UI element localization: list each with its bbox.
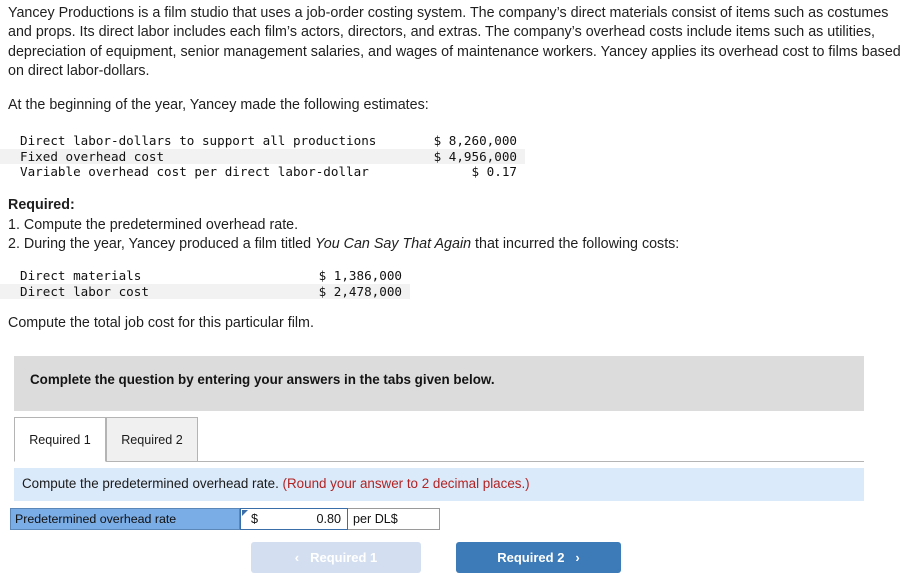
tab-required-1-label: Required 1: [29, 432, 91, 447]
rounding-hint: (Round your answer to 2 decimal places.): [282, 476, 530, 491]
question-info-bar: Compute the predetermined overhead rate.…: [14, 468, 864, 501]
answer-row: Predetermined overhead rate $ 0.80 per D…: [10, 508, 440, 530]
job-costs-table: Direct materials $ 1,386,000 Direct labo…: [0, 268, 410, 299]
instruction-banner: Complete the question by entering your a…: [14, 356, 864, 411]
instruction-banner-text: Complete the question by entering your a…: [30, 372, 495, 387]
next-required-2-button[interactable]: Required 2 ›: [456, 542, 621, 573]
answer-row-label: Predetermined overhead rate: [10, 508, 240, 530]
job-costs-table-body: Direct materials $ 1,386,000 Direct labo…: [0, 268, 410, 299]
row-label: Fixed overhead cost: [0, 148, 387, 164]
required-2-prefix: 2. During the year, Yancey produced a fi…: [8, 236, 316, 252]
row-value: $ 0.17: [471, 164, 518, 179]
table-row: Direct labor cost $ 2,478,000: [0, 283, 410, 299]
required-block: Required: 1. Compute the predetermined o…: [8, 196, 888, 255]
prev-required-1-button[interactable]: ‹ Required 1: [251, 542, 421, 573]
chevron-left-icon: ‹: [294, 550, 300, 565]
tab-navigation-buttons: ‹ Required 1 Required 2 ›: [251, 542, 621, 573]
cell-flag-icon: [242, 510, 248, 516]
required-heading: Required:: [8, 197, 75, 213]
row-value: $ 1,386,000: [318, 268, 402, 283]
row-label: Direct labor cost: [0, 283, 277, 299]
predetermined-overhead-rate-input[interactable]: $ 0.80: [240, 508, 348, 530]
chevron-right-icon: ›: [575, 550, 580, 565]
tab-required-2[interactable]: Required 2: [106, 417, 198, 462]
total-job-cost-instruction: Compute the total job cost for this part…: [8, 315, 314, 331]
row-label: Direct materials: [20, 268, 142, 283]
tab-strip: Required 1 Required 2: [14, 417, 864, 464]
answer-value: 0.80: [316, 512, 341, 526]
row-value: $ 8,260,000: [433, 133, 517, 148]
required-item-1: 1. Compute the predetermined overhead ra…: [8, 216, 299, 233]
problem-intro-paragraph: Yancey Productions is a film studio that…: [8, 5, 901, 79]
estimates-table-body: Direct labor-dollars to support all prod…: [0, 133, 525, 180]
required-2-suffix: that incurred the following costs:: [471, 236, 680, 252]
table-row: Direct materials $ 1,386,000: [0, 268, 410, 284]
prev-required-1-label: Required 1: [310, 550, 378, 565]
required-item-2: 2. During the year, Yancey produced a fi…: [8, 235, 888, 255]
tab-required-1[interactable]: Required 1: [14, 417, 106, 462]
question-page: Yancey Productions is a film studio that…: [0, 0, 920, 582]
row-value: $ 2,478,000: [277, 283, 410, 299]
row-value: $ 4,956,000: [387, 148, 525, 164]
row-label: Direct labor-dollars to support all prod…: [20, 133, 377, 148]
tab-required-2-label: Required 2: [121, 432, 183, 447]
film-title: You Can Say That Again: [315, 236, 472, 252]
answer-unit-text: per DL$: [353, 512, 398, 526]
table-row: Direct labor-dollars to support all prod…: [0, 133, 525, 149]
row-label: Variable overhead cost per direct labor-…: [20, 164, 369, 179]
answer-row-label-text: Predetermined overhead rate: [15, 512, 177, 526]
question-instruction: Compute the predetermined overhead rate.: [22, 476, 279, 491]
table-row: Fixed overhead cost $ 4,956,000: [0, 148, 525, 164]
question-info-text: Compute the predetermined overhead rate.…: [22, 476, 530, 491]
estimates-table: Direct labor-dollars to support all prod…: [0, 133, 525, 180]
estimates-lead-text: At the beginning of the year, Yancey mad…: [8, 97, 429, 113]
answer-unit-cell: per DL$: [348, 508, 440, 530]
next-required-2-label: Required 2: [497, 550, 565, 565]
table-row: Variable overhead cost per direct labor-…: [0, 164, 525, 180]
